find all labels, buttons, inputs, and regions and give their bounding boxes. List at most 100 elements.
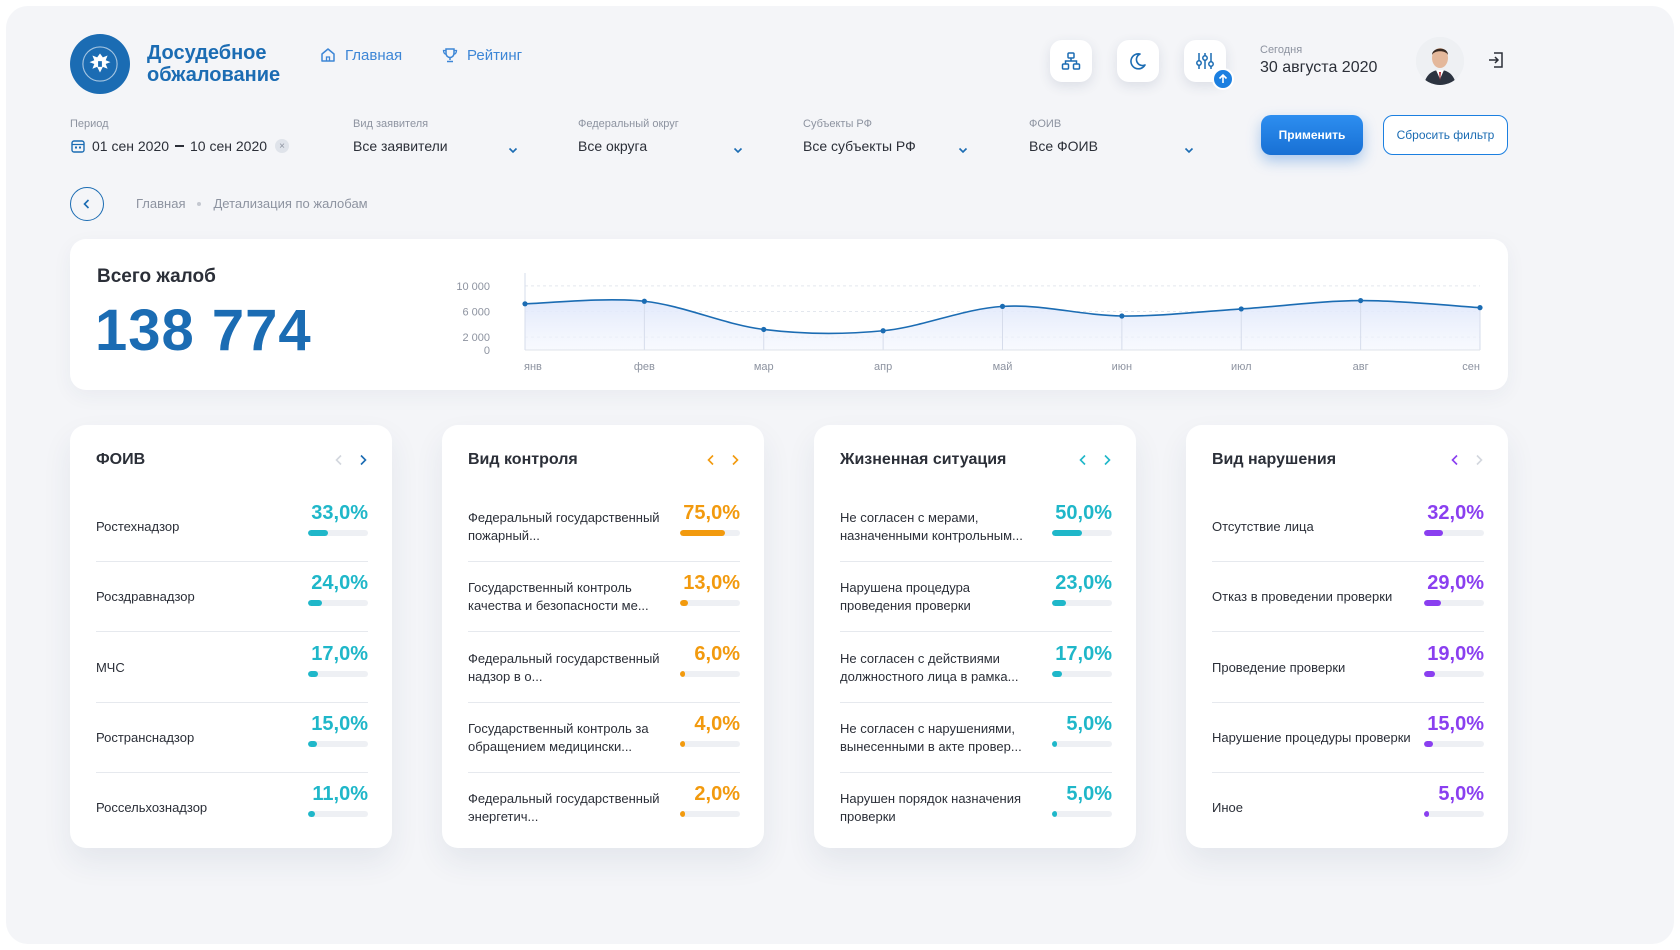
list-item[interactable]: Нарушена процедура проведения проверки 23… [840, 562, 1112, 633]
data-point[interactable] [641, 298, 647, 304]
x-tick-label: авг [1353, 361, 1369, 373]
back-button[interactable] [70, 187, 104, 221]
list-item[interactable]: Иное 5,0% [1212, 773, 1484, 843]
progress-fill [1052, 530, 1082, 536]
complaints-line-chart: 10 000 6 000 2 0000 янв фев мар апр май июн июл ав… [456, 273, 1483, 373]
arrow-up-icon [1218, 73, 1228, 83]
subject-filter[interactable]: Субъекты РФ Все субъекты РФ [803, 118, 971, 154]
progress-bar [680, 811, 740, 818]
list-item[interactable]: Нарушение процедуры проверки 15,0% [1212, 703, 1484, 773]
item-name-text: Отсутствие лица [1212, 519, 1314, 534]
data-point[interactable] [1238, 306, 1244, 312]
data-point[interactable] [1358, 297, 1364, 304]
subject-select[interactable]: Все субъекты РФ [803, 138, 971, 154]
list-item[interactable]: МЧС 17,0% [96, 633, 368, 703]
progress-bar [308, 600, 368, 607]
district-select[interactable]: Все округа [578, 138, 746, 154]
chevron-down-icon [1184, 147, 1194, 154]
list-item[interactable]: Отказ в проведении проверки 29,0% [1212, 562, 1484, 633]
list-item[interactable]: Государственный контроль за обращением м… [468, 703, 740, 773]
chevron-right-icon[interactable] [728, 453, 742, 467]
list-item[interactable]: Не согласен с нарушениями, вынесенными в… [840, 703, 1112, 773]
brand-line-2: обжалование [147, 64, 281, 86]
progress-fill [308, 530, 328, 536]
item-name: Иное [1212, 773, 1412, 843]
data-point[interactable] [1477, 305, 1483, 311]
list-item[interactable]: Ространснадзор 15,0% [96, 703, 368, 773]
progress-bar [1052, 530, 1112, 536]
item-name-text: МЧС [96, 659, 125, 675]
emblem-logo[interactable] [70, 34, 130, 94]
item-name: Ространснадзор [96, 703, 296, 773]
breadcrumb-separator [197, 201, 202, 206]
reset-filter-button[interactable]: Сбросить фильтр [1383, 115, 1508, 155]
progress-bar [1424, 530, 1484, 536]
data-point[interactable] [880, 328, 886, 334]
list-item[interactable]: Федеральный государственный надзор в о..… [468, 633, 740, 703]
filters-settings-button[interactable] [1184, 40, 1234, 90]
breadcrumb-home[interactable]: Главная [136, 196, 185, 211]
list-item[interactable]: Ростехнадзор 33,0% [96, 492, 368, 562]
chevron-left-icon[interactable] [1448, 453, 1462, 467]
applicant-select[interactable]: Все заявители [353, 138, 521, 154]
chevron-right-icon[interactable] [1472, 453, 1486, 467]
period-to[interactable]: 10 сен 2020 [190, 138, 267, 154]
chevron-right-icon[interactable] [1100, 453, 1114, 467]
chevron-down-icon [733, 147, 743, 154]
apply-button[interactable]: Применить [1261, 115, 1363, 155]
item-name: Федеральный государственный энергетич... [468, 773, 668, 843]
item-name: Проведение проверки [1212, 633, 1412, 703]
dark-mode-button[interactable] [1117, 40, 1159, 82]
chevron-left-icon [83, 199, 90, 209]
list-item[interactable]: Проведение проверки 19,0% [1212, 633, 1484, 703]
progress-bar [680, 530, 740, 536]
upload-badge[interactable] [1212, 68, 1234, 90]
today-date: 30 августа 2020 [1260, 59, 1378, 76]
list-item[interactable]: Росздравнадзор 24,0% [96, 562, 368, 633]
chevron-left-icon[interactable] [704, 453, 718, 467]
foiv-label: ФОИВ [1029, 118, 1062, 130]
life-situation-card: Жизненная ситуация Не согласен с мерами, … [814, 425, 1136, 848]
nav-rating[interactable]: Рейтинг [441, 46, 522, 64]
data-point[interactable] [522, 301, 528, 307]
item-name: Не согласен с мерами, назначенными контр… [840, 492, 1040, 562]
data-point[interactable] [761, 326, 767, 333]
item-percent: 17,0% [1055, 642, 1112, 665]
foiv-select[interactable]: Все ФОИВ [1029, 138, 1197, 154]
data-point[interactable] [1119, 313, 1125, 319]
district-filter[interactable]: Федеральный округ Все округа [578, 118, 746, 154]
list-item[interactable]: Россельхознадзор 11,0% [96, 773, 368, 843]
chevron-left-icon[interactable] [332, 453, 346, 467]
applicant-filter[interactable]: Вид заявителя Все заявители [353, 118, 521, 154]
list-item[interactable]: Отсутствие лица 32,0% [1212, 492, 1484, 562]
period-filter[interactable]: Период 01 сен 2020 10 сен 2020 × [70, 118, 290, 154]
period-from[interactable]: 01 сен 2020 [92, 138, 169, 154]
item-name-text: Ространснадзор [96, 729, 195, 745]
card-title: Жизненная ситуация [840, 451, 1007, 468]
org-structure-button[interactable] [1050, 40, 1092, 82]
list-item[interactable]: Нарушен порядок назначения проверки 5,0% [840, 773, 1112, 843]
chevron-right-icon[interactable] [356, 453, 370, 467]
item-percent: 15,0% [311, 712, 368, 735]
list-item[interactable]: Не согласен с мерами, назначенными контр… [840, 492, 1112, 562]
clear-period-icon[interactable]: × [275, 139, 290, 153]
card-title: Вид нарушения [1212, 451, 1337, 468]
progress-bar [308, 811, 368, 818]
foiv-filter[interactable]: ФОИВ Все ФОИВ [1029, 118, 1197, 154]
x-tick-label: июл [1231, 361, 1252, 373]
logout-icon[interactable] [1486, 50, 1506, 70]
card-pagination [332, 453, 370, 467]
progress-fill [1052, 600, 1066, 607]
user-avatar[interactable] [1416, 37, 1464, 85]
list-item[interactable]: Государственный контроль качества и безо… [468, 562, 740, 633]
district-label: Федеральный округ [578, 118, 679, 130]
data-point[interactable] [999, 303, 1006, 309]
list-item[interactable]: Федеральный государственный энергетич...… [468, 773, 740, 843]
list-item[interactable]: Не согласен с действиями должностного ли… [840, 633, 1112, 703]
progress-bar [1052, 740, 1112, 747]
chevron-left-icon[interactable] [1076, 453, 1090, 467]
item-name: Росздравнадзор [96, 562, 296, 632]
x-tick-label: июн [1112, 361, 1132, 373]
nav-home[interactable]: Главная [319, 46, 402, 64]
list-item[interactable]: Федеральный государственный пожарный... 7… [468, 492, 740, 562]
